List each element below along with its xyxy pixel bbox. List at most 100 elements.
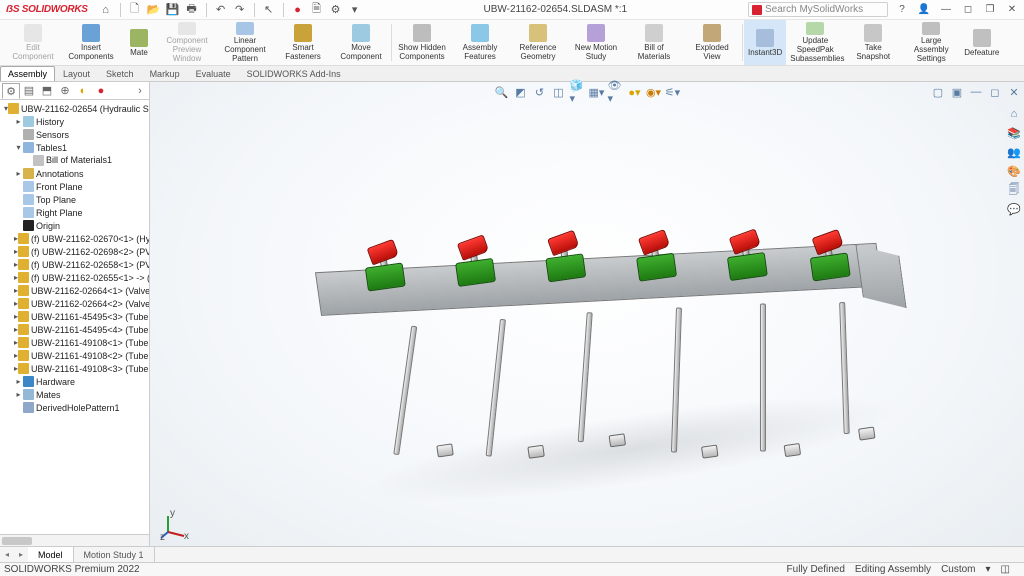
ribbon-instant3d[interactable]: Instant3D: [744, 20, 786, 65]
taskpane-view-icon[interactable]: 🎨: [1006, 163, 1022, 179]
cm-tab-layout[interactable]: Layout: [55, 66, 98, 81]
undo-icon[interactable]: ↶: [213, 2, 229, 18]
appearance-icon[interactable]: ●▾: [627, 84, 643, 100]
ribbon-move-component[interactable]: Move Component: [332, 20, 390, 65]
ribbon-update-speedpak-subassemblies[interactable]: Update SpeedPak Subassemblies: [786, 20, 844, 65]
taskpane-home-icon[interactable]: ⌂: [1006, 106, 1022, 122]
tree-node[interactable]: Sensors: [2, 128, 149, 141]
new-icon[interactable]: 🗋: [127, 2, 143, 18]
tree-node[interactable]: DerivedHolePattern1: [2, 401, 149, 414]
tree-node[interactable]: Right Plane: [2, 206, 149, 219]
ribbon-take-snapshot[interactable]: Take Snapshot: [844, 20, 902, 65]
tab-next-icon[interactable]: ▸: [14, 547, 28, 562]
cm-tab-solidworks-add-ins[interactable]: SOLIDWORKS Add-Ins: [239, 66, 349, 81]
status-grid-icon[interactable]: ◫: [1001, 564, 1010, 575]
vp-box2-icon[interactable]: ▣: [949, 84, 965, 100]
horizontal-scrollbar[interactable]: [0, 534, 149, 546]
restore-icon[interactable]: ❐: [982, 2, 998, 18]
ribbon-large-assembly-settings[interactable]: Large Assembly Settings: [902, 20, 960, 65]
vp-max-icon[interactable]: ◻: [987, 84, 1003, 100]
twisty-icon[interactable]: ▾: [14, 143, 23, 152]
feature-tree-tab-icon[interactable]: ⚙: [2, 83, 20, 99]
more-icon[interactable]: ▾: [347, 2, 363, 18]
zoom-area-icon[interactable]: ◩: [513, 84, 529, 100]
close-icon[interactable]: ✕: [1004, 2, 1020, 18]
tree-node[interactable]: ▸(f) UBW-21162-02698<2> (PVHO I: [2, 245, 149, 258]
tree-node[interactable]: ▸Hardware: [2, 375, 149, 388]
tree-node[interactable]: ▸UBW-21161-49108<2> (Tube Clam: [2, 349, 149, 362]
cm-tab-evaluate[interactable]: Evaluate: [188, 66, 239, 81]
taskpane-design-icon[interactable]: 👥: [1006, 144, 1022, 160]
tree-node[interactable]: ▸UBW-21162-02664<2> (Valve Brac: [2, 297, 149, 310]
redo-icon[interactable]: ↷: [232, 2, 248, 18]
tab-motion-study[interactable]: Motion Study 1: [74, 547, 155, 562]
search-input[interactable]: Search MySolidWorks: [748, 2, 888, 17]
settings-icon[interactable]: ⚙: [328, 2, 344, 18]
home-icon[interactable]: ⌂: [98, 2, 114, 18]
tab-prev-icon[interactable]: ◂: [0, 547, 14, 562]
ribbon-reference-geometry[interactable]: Reference Geometry: [509, 20, 567, 65]
twisty-icon[interactable]: ▸: [14, 390, 23, 399]
prev-view-icon[interactable]: ↺: [532, 84, 548, 100]
tree-node[interactable]: ▸UBW-21161-45495<4> (Tube Clam: [2, 323, 149, 336]
print-icon[interactable]: 🖶: [184, 2, 200, 18]
status-custom[interactable]: Custom: [941, 564, 975, 575]
login-icon[interactable]: 👤: [916, 2, 932, 18]
view-settings-icon[interactable]: ⚟▾: [665, 84, 681, 100]
vp-min-icon[interactable]: —: [968, 84, 984, 100]
cm-tab-markup[interactable]: Markup: [142, 66, 188, 81]
tree-node[interactable]: Front Plane: [2, 180, 149, 193]
zoom-fit-icon[interactable]: 🔍: [494, 84, 510, 100]
hide-show-icon[interactable]: 👁▾: [608, 84, 624, 100]
tree-node[interactable]: ▸History: [2, 115, 149, 128]
twisty-icon[interactable]: ▸: [14, 169, 23, 178]
options-icon[interactable]: 🗎: [309, 2, 325, 18]
ribbon-exploded-view[interactable]: Exploded View: [683, 20, 741, 65]
tree-node[interactable]: ▾Tables1: [2, 141, 149, 154]
status-dropdown-icon[interactable]: ▾: [986, 564, 991, 575]
save-icon[interactable]: 💾: [165, 2, 181, 18]
tab-model[interactable]: Model: [28, 547, 74, 562]
tree-node[interactable]: ▸(f) UBW-21162-02670<1> (Hydrau: [2, 232, 149, 245]
tree-node[interactable]: ▸(f) UBW-21162-02658<1> (PVHO I: [2, 258, 149, 271]
ribbon-bill-of-materials[interactable]: Bill of Materials: [625, 20, 683, 65]
ribbon-show-hidden-components[interactable]: Show Hidden Components: [393, 20, 451, 65]
tree-node[interactable]: ▸UBW-21161-49108<1> (Tube Clam: [2, 336, 149, 349]
display-style-icon[interactable]: ▦▾: [589, 84, 605, 100]
taskpane-res-icon[interactable]: 📚: [1006, 125, 1022, 141]
scene-icon[interactable]: ◉▾: [646, 84, 662, 100]
property-tab-icon[interactable]: ▤: [20, 83, 38, 99]
ribbon-insert-components[interactable]: Insert Components: [62, 20, 120, 65]
tree-node[interactable]: Top Plane: [2, 193, 149, 206]
open-icon[interactable]: 📂: [146, 2, 162, 18]
graphics-viewport[interactable]: 🔍 ◩ ↺ ◫ 🧊▾ ▦▾ 👁▾ ●▾ ◉▾ ⚟▾ ▢ ▣ — ◻ ✕ ⌂ 📚 …: [150, 82, 1024, 562]
expand-tree-icon[interactable]: ›: [131, 83, 149, 99]
ribbon-mate[interactable]: Mate: [120, 20, 158, 65]
twisty-icon[interactable]: ▸: [14, 117, 23, 126]
tree-root[interactable]: ▾ UBW-21162-02654 (Hydraulic Shut Off: [2, 102, 149, 115]
taskpane-forum-icon[interactable]: 💬: [1006, 201, 1022, 217]
tree-node[interactable]: ▸Mates: [2, 388, 149, 401]
tree-node[interactable]: Origin: [2, 219, 149, 232]
tree-node[interactable]: ▸UBW-21161-49108<3> (Tube Clam: [2, 362, 149, 375]
cm-tab-sketch[interactable]: Sketch: [98, 66, 142, 81]
taskpane-prop-icon[interactable]: 🗐: [1006, 182, 1022, 198]
dimxpert-tab-icon[interactable]: ⊕: [56, 83, 74, 99]
view-orient-icon[interactable]: 🧊▾: [570, 84, 586, 100]
ribbon-assembly-features[interactable]: Assembly Features: [451, 20, 509, 65]
tree-node[interactable]: ▸Annotations: [2, 167, 149, 180]
tree-node[interactable]: Bill of Materials1: [2, 154, 149, 167]
display-tab-icon[interactable]: ◐: [74, 83, 92, 99]
config-tab-icon[interactable]: ⬒: [38, 83, 56, 99]
minimize-icon[interactable]: —: [938, 2, 954, 18]
ribbon-smart-fasteners[interactable]: Smart Fasteners: [274, 20, 332, 65]
tree-node[interactable]: ▸(f) UBW-21162-02655<1> -> (Hyd: [2, 271, 149, 284]
section-icon[interactable]: ◫: [551, 84, 567, 100]
ribbon-defeature[interactable]: Defeature: [960, 20, 1003, 65]
ribbon-linear-component-pattern[interactable]: Linear Component Pattern: [216, 20, 274, 65]
tree-node[interactable]: ▸UBW-21161-45495<3> (Tube Clam: [2, 310, 149, 323]
cm-tab-assembly[interactable]: Assembly: [0, 66, 55, 81]
rebuild-icon[interactable]: ●: [290, 2, 306, 18]
twisty-icon[interactable]: ▸: [14, 377, 23, 386]
help-icon[interactable]: ?: [894, 2, 910, 18]
